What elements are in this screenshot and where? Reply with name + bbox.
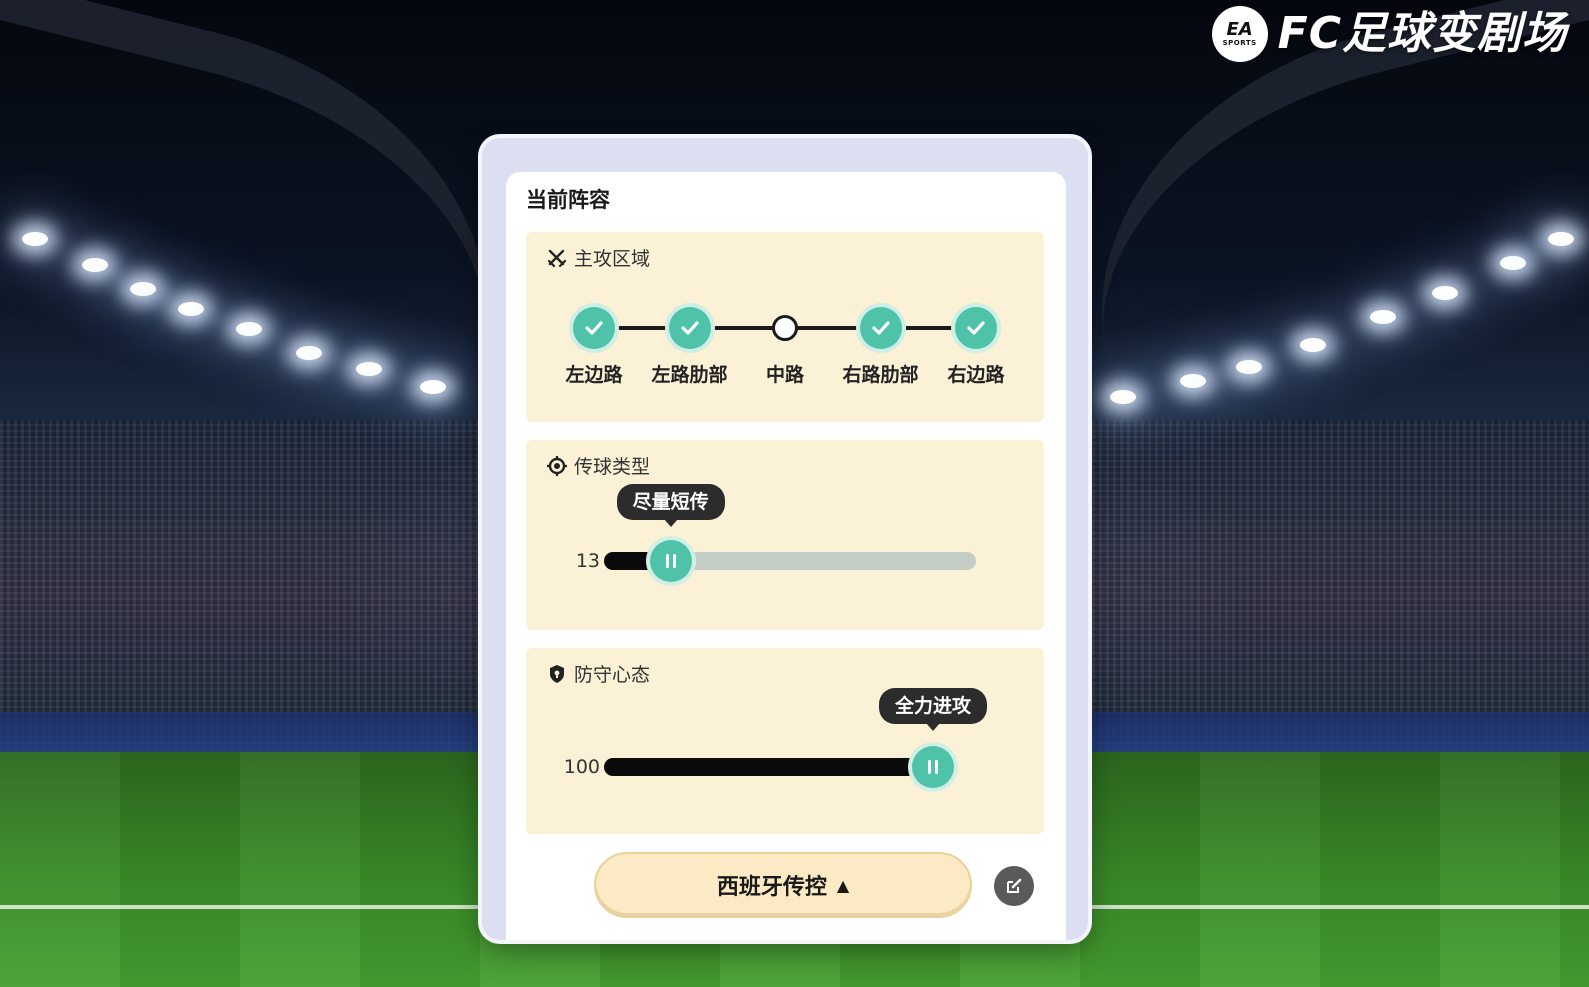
attack-zone-option-2[interactable] — [668, 307, 711, 349]
panel-title: 当前阵容 — [526, 188, 610, 212]
attack-zone-option-label: 右边路 — [947, 364, 1005, 386]
pass-type-value: 13 — [575, 550, 600, 572]
floodlight — [1300, 338, 1326, 352]
attack-zone-option-1[interactable] — [573, 307, 615, 349]
pass-type-thumb[interactable] — [649, 540, 692, 582]
attack-zone-label: 主攻区域 — [574, 248, 651, 270]
floodlight — [82, 258, 108, 272]
pass-type-label: 传球类型 — [574, 456, 651, 478]
crossed-swords-icon — [547, 249, 567, 267]
pass-type-header: 传球类型 — [546, 452, 650, 479]
floodlight — [22, 232, 48, 246]
attack-zone-section: 主攻区域 左边路 左路肋部 中路 右路肋部 右边路 — [526, 232, 1044, 422]
attack-zone-option-5[interactable] — [955, 307, 997, 349]
floodlight — [236, 322, 262, 336]
check-icon — [585, 321, 603, 335]
target-icon — [547, 455, 567, 476]
defense-value: 100 — [563, 756, 600, 778]
floodlight — [1180, 374, 1206, 388]
brand-title: FC足球变剧场 — [1277, 8, 1567, 59]
ea-mark: EA — [1226, 19, 1253, 40]
floodlight — [420, 380, 446, 394]
attack-zone-option-label: 中路 — [765, 364, 804, 386]
attack-zone-option-label: 左边路 — [565, 364, 623, 386]
defense-thumb[interactable] — [912, 746, 954, 788]
pass-type-tooltip: 尽量短传 — [616, 484, 725, 527]
brand-logo: EA SPORTS FC足球变剧场 — [1211, 6, 1567, 62]
floodlight — [130, 282, 156, 296]
floodlight — [296, 346, 322, 360]
attack-zone-option-label: 左路肋部 — [651, 364, 728, 386]
ea-sub: SPORTS — [1222, 39, 1257, 47]
edit-icon — [1007, 878, 1022, 893]
floodlight — [1548, 232, 1574, 246]
floodlight — [1370, 310, 1396, 324]
edit-button[interactable] — [994, 866, 1034, 906]
tactics-panel: 当前阵容 主攻区域 左边路 左路肋部 中路 右路肋部 右边路 传球类型 13 尽量短传 — [506, 172, 1066, 940]
pass-type-section: 传球类型 13 尽量短传 — [526, 440, 1044, 630]
attack-zone-header: 主攻区域 — [546, 244, 650, 271]
caret-up-icon: ▲ — [836, 875, 850, 895]
pass-type-slider[interactable]: 尽量短传 — [604, 484, 976, 582]
shield-icon — [550, 664, 564, 683]
floodlight — [1500, 256, 1526, 270]
defense-header: 防守心态 — [546, 660, 650, 687]
defense-slider[interactable]: 全力进攻 — [604, 688, 988, 788]
formation-label: 西班牙传控 — [716, 875, 827, 900]
check-icon — [871, 321, 890, 335]
floodlight — [1432, 286, 1458, 300]
check-icon — [967, 321, 985, 335]
attack-zone-option-label: 右路肋部 — [842, 364, 919, 386]
ea-sports-logo: EA SPORTS — [1211, 6, 1268, 62]
floodlight — [356, 362, 382, 376]
defense-label: 防守心态 — [574, 664, 651, 686]
floodlight — [1110, 390, 1136, 404]
floodlight — [1236, 360, 1262, 374]
formation-select-button[interactable]: 西班牙传控 ▲ — [594, 852, 972, 918]
defense-section: 防守心态 100 全力进攻 — [526, 648, 1044, 834]
defense-fill — [604, 758, 937, 776]
attack-zone-option-3[interactable] — [772, 315, 798, 341]
floodlight — [178, 302, 204, 316]
check-icon — [680, 321, 699, 335]
attack-zone-option-4[interactable] — [859, 307, 902, 349]
defense-tooltip: 全力进攻 — [879, 688, 988, 731]
